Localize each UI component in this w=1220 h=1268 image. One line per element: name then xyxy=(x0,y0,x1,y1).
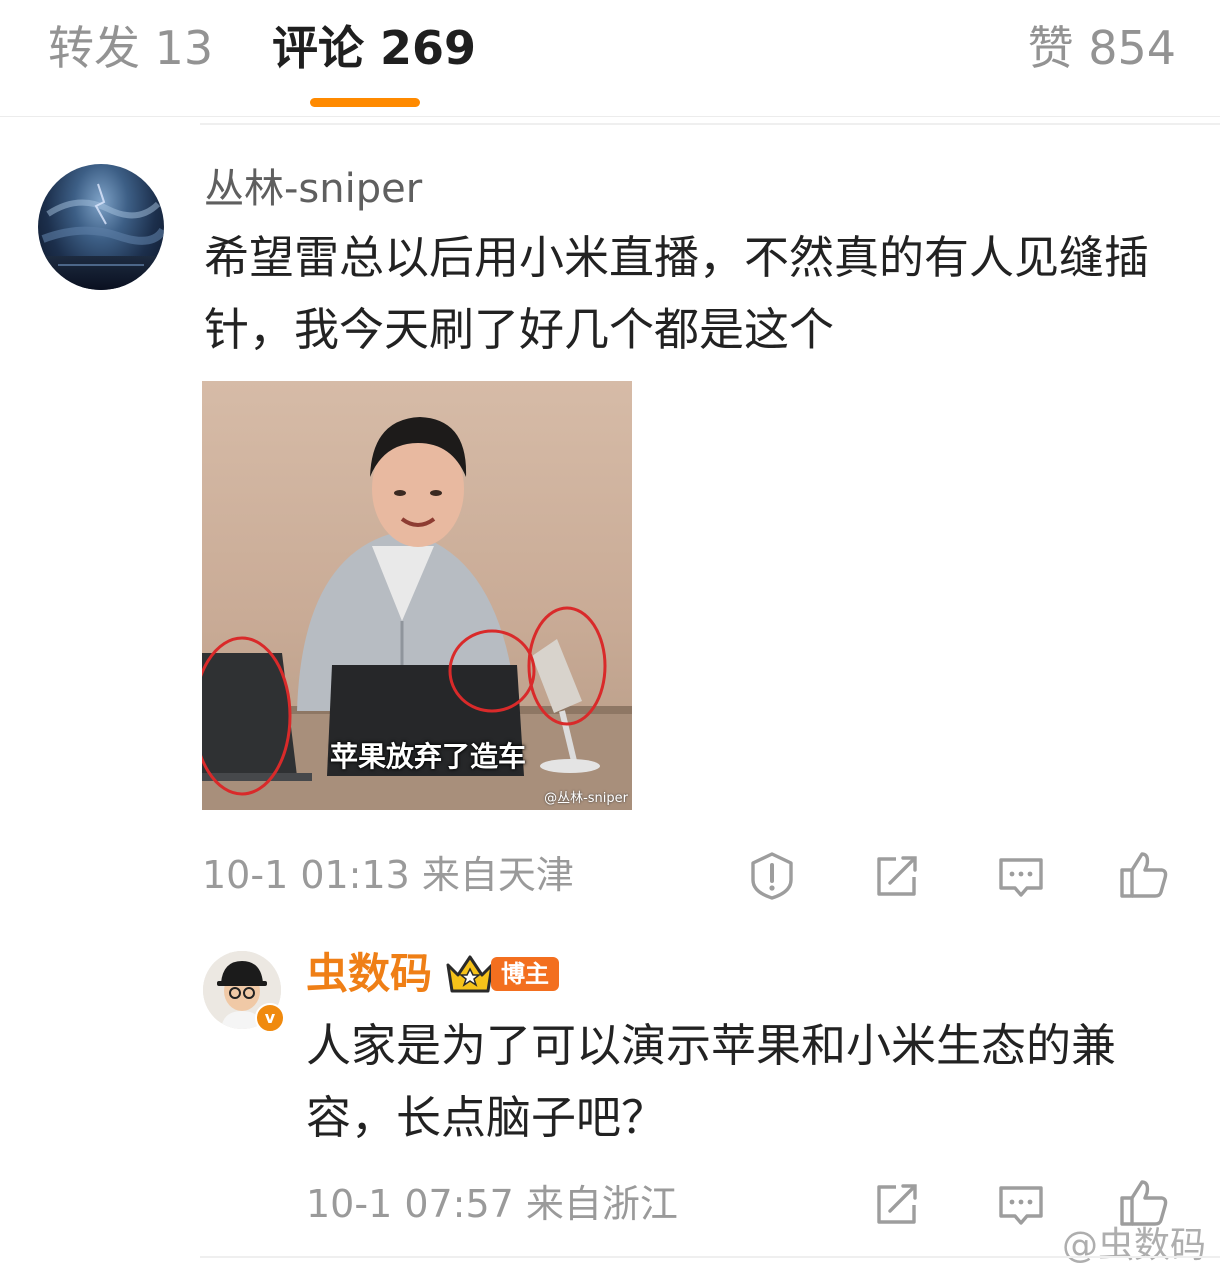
verified-badge: v xyxy=(255,1003,285,1033)
like-icon[interactable] xyxy=(1118,848,1170,900)
active-tab-indicator xyxy=(310,98,420,107)
image-watermark: @丛林-sniper xyxy=(544,791,628,806)
repost-icon[interactable] xyxy=(870,850,922,902)
comment-username[interactable]: 丛林-sniper xyxy=(204,164,422,214)
comment-image[interactable]: 苹果放弃了造车 @丛林-sniper xyxy=(202,381,632,810)
divider xyxy=(200,1256,1220,1258)
comment-icon[interactable] xyxy=(995,850,1047,902)
comment-tabs: 转发 13 评论 269 赞 854 xyxy=(0,0,1220,117)
comment-text: 希望雷总以后用小米直播，不然真的有人见缝插针，我今天刷了好几个都是这个 xyxy=(204,231,1150,356)
tab-comments[interactable]: 评论 269 xyxy=(272,18,476,78)
crown-icon xyxy=(444,951,496,997)
repost-icon[interactable] xyxy=(870,1178,922,1230)
report-icon[interactable] xyxy=(746,850,798,902)
reply-text: 人家是为了可以演示苹果和小米生态的兼容，长点脑子吧？ xyxy=(306,1019,1117,1144)
tab-likes[interactable]: 赞 854 xyxy=(1028,18,1176,78)
page-watermark: @虫数码 xyxy=(1061,1225,1206,1266)
image-caption: 苹果放弃了造车 xyxy=(330,740,527,773)
divider xyxy=(200,123,1220,125)
comment-time-location: 10-1 01:13 来自天津 xyxy=(202,853,574,897)
comment-icon[interactable] xyxy=(995,1178,1047,1230)
avatar[interactable] xyxy=(38,164,164,290)
blogger-badge: 博主 xyxy=(491,957,559,991)
reply-avatar[interactable]: v xyxy=(203,951,285,1033)
tab-forward[interactable]: 转发 13 xyxy=(48,18,213,78)
reply-time-location: 10-1 07:57 来自浙江 xyxy=(306,1182,678,1226)
reply-username[interactable]: 虫数码 xyxy=(306,947,432,1001)
